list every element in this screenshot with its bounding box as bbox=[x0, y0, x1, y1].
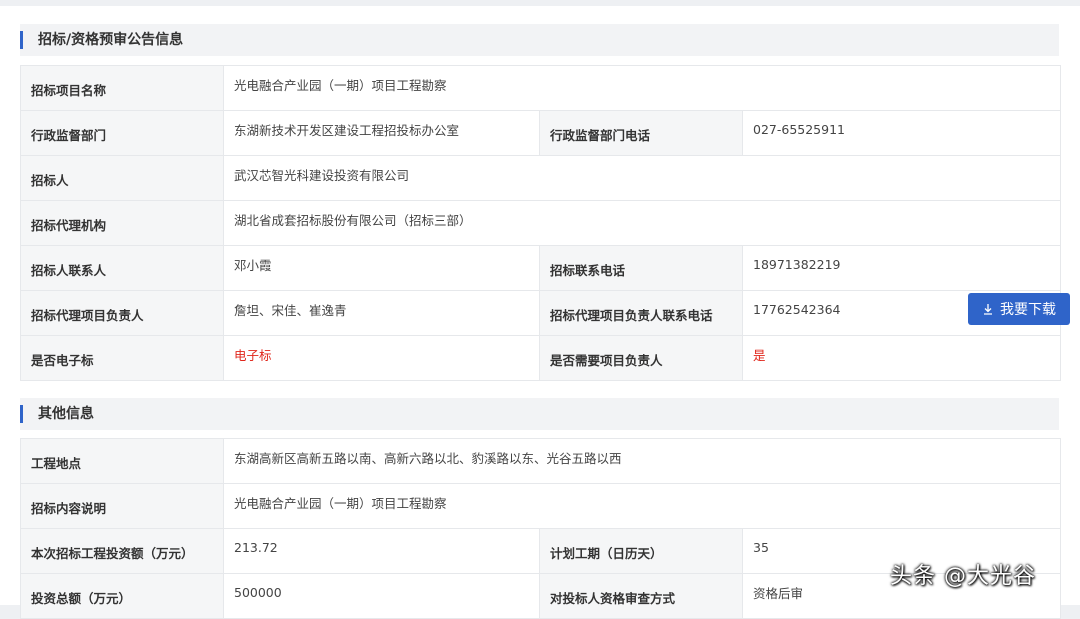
table-row: 是否电子标 电子标 是否需要项目负责人 是 bbox=[20, 335, 1062, 381]
field-value: 邓小霞 bbox=[223, 245, 540, 291]
field-value: 詹坦、宋佳、崔逸青 bbox=[223, 290, 540, 336]
field-label: 行政监督部门电话 bbox=[539, 110, 743, 156]
field-label: 招标代理项目负责人 bbox=[20, 290, 224, 336]
section-header-bid-info: 招标/资格预审公告信息 bbox=[20, 24, 1059, 56]
field-label: 是否电子标 bbox=[20, 335, 224, 381]
field-value: 500000 bbox=[223, 573, 540, 619]
table-row: 招标项目名称 光电融合产业园（一期）项目工程勘察 bbox=[20, 65, 1062, 111]
section-header-other-info: 其他信息 bbox=[20, 398, 1059, 430]
watermark: 头条 @大光谷 bbox=[890, 564, 1036, 589]
download-button-label: 我要下载 bbox=[1000, 302, 1056, 318]
section-title: 其他信息 bbox=[38, 406, 94, 422]
table-row: 招标代理机构 湖北省成套招标股份有限公司（招标三部） bbox=[20, 200, 1062, 246]
field-label: 计划工期（日历天） bbox=[539, 528, 743, 574]
field-label: 招标联系电话 bbox=[539, 245, 743, 291]
field-value: 湖北省成套招标股份有限公司（招标三部） bbox=[222, 200, 1062, 246]
field-label: 招标人联系人 bbox=[20, 245, 224, 291]
field-label: 工程地点 bbox=[20, 438, 224, 484]
field-value: 东湖新技术开发区建设工程招投标办公室 bbox=[223, 110, 540, 156]
table-row: 工程地点 东湖高新区高新五路以南、高新六路以北、豹溪路以东、光谷五路以西 bbox=[20, 438, 1061, 484]
field-label: 对投标人资格审查方式 bbox=[539, 573, 743, 619]
field-label: 投资总额（万元） bbox=[20, 573, 224, 619]
field-value: 武汉芯智光科建设投资有限公司 bbox=[222, 155, 1062, 201]
field-label: 招标人 bbox=[20, 155, 224, 201]
field-label: 招标内容说明 bbox=[20, 483, 224, 529]
field-value: 光电融合产业园（一期）项目工程勘察 bbox=[223, 483, 1061, 529]
download-button[interactable]: 我要下载 bbox=[968, 293, 1070, 325]
section-title: 招标/资格预审公告信息 bbox=[38, 32, 184, 48]
field-value: 是 bbox=[741, 335, 1062, 381]
table-row: 招标代理项目负责人 詹坦、宋佳、崔逸青 招标代理项目负责人联系电话 177625… bbox=[20, 290, 1062, 336]
table-row: 招标内容说明 光电融合产业园（一期）项目工程勘察 bbox=[20, 483, 1061, 529]
download-icon bbox=[984, 304, 992, 315]
field-label: 招标项目名称 bbox=[20, 65, 224, 111]
other-info-table: 工程地点 东湖高新区高新五路以南、高新六路以北、豹溪路以东、光谷五路以西 招标内… bbox=[20, 438, 1061, 619]
field-label: 招标代理项目负责人联系电话 bbox=[539, 290, 743, 336]
field-label: 本次招标工程投资额（万元） bbox=[20, 528, 224, 574]
announcement-panel: 招标/资格预审公告信息 招标项目名称 光电融合产业园（一期）项目工程勘察 行政监… bbox=[0, 6, 1080, 619]
field-value: 东湖高新区高新五路以南、高新六路以北、豹溪路以东、光谷五路以西 bbox=[223, 438, 1061, 484]
field-value: 光电融合产业园（一期）项目工程勘察 bbox=[222, 65, 1062, 111]
section-accent-bar bbox=[20, 405, 23, 423]
field-value: 18971382219 bbox=[741, 245, 1062, 291]
field-value: 027-65525911 bbox=[741, 110, 1062, 156]
field-label: 招标代理机构 bbox=[20, 200, 224, 246]
table-row: 招标人 武汉芯智光科建设投资有限公司 bbox=[20, 155, 1062, 201]
field-label: 是否需要项目负责人 bbox=[539, 335, 743, 381]
bid-info-table: 招标项目名称 光电融合产业园（一期）项目工程勘察 行政监督部门 东湖新技术开发区… bbox=[20, 65, 1062, 381]
section-accent-bar bbox=[20, 31, 23, 49]
field-value: 213.72 bbox=[223, 528, 540, 574]
field-label: 行政监督部门 bbox=[20, 110, 224, 156]
table-row: 招标人联系人 邓小霞 招标联系电话 18971382219 bbox=[20, 245, 1062, 291]
table-row: 行政监督部门 东湖新技术开发区建设工程招投标办公室 行政监督部门电话 027-6… bbox=[20, 110, 1062, 156]
field-value: 电子标 bbox=[223, 335, 540, 381]
